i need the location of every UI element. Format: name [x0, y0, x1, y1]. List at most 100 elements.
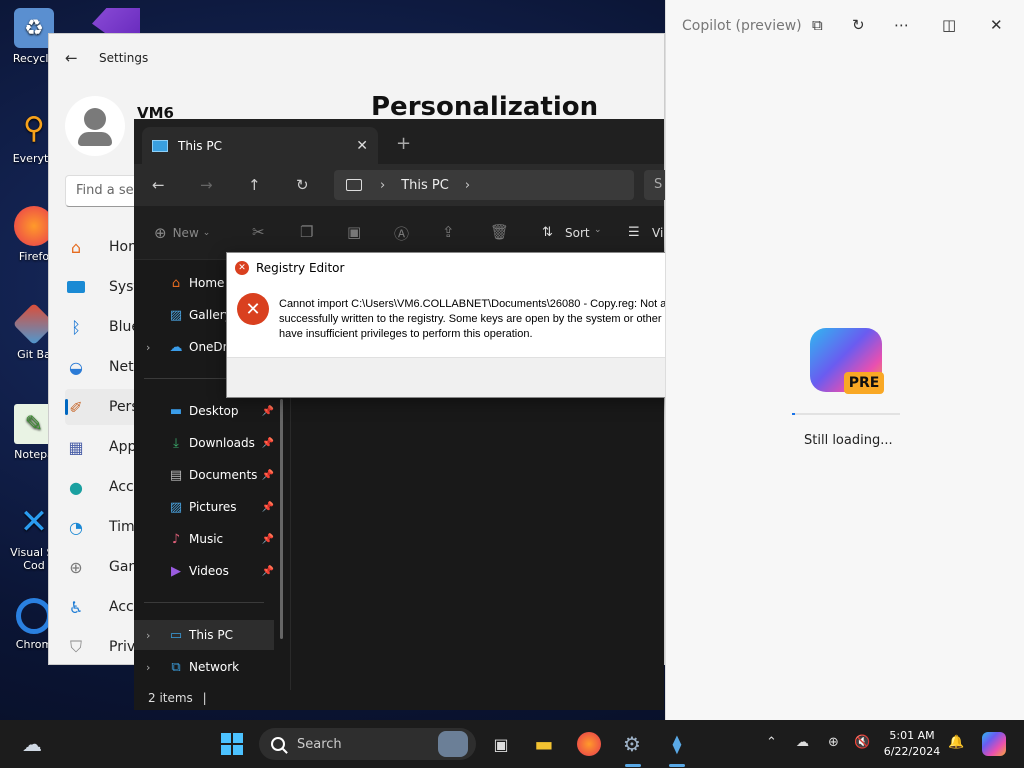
pin-icon[interactable]: 📌 [262, 534, 274, 545]
pin-icon[interactable]: 📌 [262, 502, 274, 513]
copilot-icon[interactable] [982, 732, 1006, 756]
share-icon[interactable]: ⇪ [442, 223, 455, 241]
task-view-icon[interactable]: ▣ [489, 732, 513, 756]
more-options-icon[interactable]: ⋯ [894, 16, 909, 34]
status-item-count: 2 items [148, 691, 193, 705]
cut-icon[interactable]: ✂ [252, 223, 265, 241]
computer-icon: ▭ [169, 627, 183, 643]
paste-icon[interactable]: ▣ [347, 223, 361, 241]
clock-date: 6/22/2024 [883, 745, 941, 758]
plus-circle-icon: ⊕ [154, 223, 167, 242]
pin-icon[interactable]: 📌 [262, 406, 274, 417]
up-icon[interactable]: ↑ [244, 176, 292, 194]
firefox-icon[interactable] [577, 732, 601, 756]
sidebar-divider [144, 602, 264, 603]
sidebar-label: OneDri [189, 340, 231, 354]
weather-icon[interactable]: ☁ [20, 732, 44, 756]
notification-bell-icon[interactable]: 🔔 [948, 735, 964, 750]
pin-icon[interactable]: 📌 [262, 470, 274, 481]
chevron-down-icon: ⌄ [202, 227, 211, 238]
search-icon [271, 737, 285, 751]
new-button[interactable]: New [173, 226, 199, 240]
home-icon: ⌂ [70, 237, 82, 257]
sidebar-item-music[interactable]: ♪ Music 📌 [134, 524, 274, 554]
loading-progress-bar [792, 413, 900, 415]
error-icon: ✕ [237, 293, 269, 325]
taskbar-search-input[interactable]: Search [259, 728, 476, 760]
language-icon[interactable]: ⊕ [828, 735, 839, 750]
status-bar: 2 items | [148, 691, 207, 705]
shield-icon: ⛉ [69, 637, 82, 656]
document-icon: ▤ [169, 467, 183, 483]
address-text: This PC [401, 177, 449, 193]
home-icon: ⌂ [171, 275, 181, 291]
accessibility-icon: ♿ [68, 597, 84, 617]
rename-icon[interactable]: Ⓐ [394, 223, 409, 244]
refresh-icon[interactable]: ↻ [852, 16, 865, 34]
copy-icon[interactable]: ❐ [300, 223, 313, 241]
settings-gear-icon[interactable]: ⚙ [620, 732, 644, 756]
error-icon: ✕ [235, 261, 249, 275]
computer-icon [152, 139, 168, 152]
wifi-icon: ◒ [69, 357, 83, 377]
avatar [65, 96, 125, 156]
forward-icon[interactable]: → [196, 176, 244, 194]
sidebar-label: This PC [189, 628, 233, 642]
registry-editor-icon[interactable]: ⧫ [665, 732, 689, 756]
back-arrow-icon[interactable]: ← [65, 49, 85, 67]
delete-icon[interactable]: 🗑 [490, 223, 509, 241]
pin-icon[interactable]: 📌 [262, 566, 274, 577]
cloud-icon: ☁ [169, 339, 183, 355]
chrome-icon [16, 598, 52, 634]
new-tab-icon[interactable]: + [396, 133, 411, 154]
sort-icon: ⇅ [542, 225, 553, 240]
download-icon: ⤓ [173, 435, 179, 451]
brush-icon: ✐ [69, 397, 83, 417]
view-icon: ☰ [628, 225, 640, 240]
sidebar-item-pictures[interactable]: ▨ Pictures 📌 [134, 492, 274, 522]
sidebar-item-documents[interactable]: ▤ Documents 📌 [134, 460, 274, 490]
chevron-up-icon[interactable]: ⌃ [766, 735, 777, 750]
volume-muted-icon[interactable]: 🔇 [854, 735, 870, 750]
refresh-icon[interactable]: ↻ [292, 176, 340, 194]
account-icon: ● [69, 477, 83, 497]
sidebar-scrollbar[interactable] [280, 399, 283, 639]
pin-icon[interactable]: 📌 [262, 438, 274, 449]
close-tab-icon[interactable]: ✕ [356, 138, 368, 154]
explorer-address-bar: ← → ↑ ↻ › This PC › S [134, 164, 684, 206]
sidebar-item-videos[interactable]: ▶ Videos 📌 [134, 556, 274, 586]
address-input[interactable]: › This PC › [334, 170, 634, 200]
page-title: Personalization [371, 92, 599, 122]
visual-studio-icon[interactable] [92, 8, 140, 34]
back-icon[interactable]: ← [148, 176, 196, 194]
gamepad-icon: ⊕ [69, 557, 83, 577]
network-offline-icon[interactable]: ☁ [796, 735, 809, 750]
start-button[interactable] [220, 732, 244, 756]
user-profile[interactable] [65, 96, 125, 156]
chevron-right-icon[interactable]: › [465, 178, 470, 193]
tab-title: This PC [178, 138, 222, 153]
open-external-icon[interactable]: ⧉ [812, 16, 823, 34]
sort-button[interactable]: Sort [565, 226, 590, 240]
bluetooth-icon: ᛒ [71, 317, 81, 337]
sidebar-label: Home [189, 276, 225, 290]
sidebar-item-this-pc[interactable]: › ▭ This PC [134, 620, 274, 650]
sidebar-label: Music [189, 532, 224, 546]
sidebar-item-desktop[interactable]: ▬ Desktop 📌 [134, 396, 274, 426]
chevron-right-icon[interactable]: › [146, 661, 150, 674]
sidebar-label: Documents [189, 468, 258, 482]
desktop-folder-icon: ▬ [169, 403, 183, 419]
sidebar-item-network[interactable]: › ⧉ Network [134, 652, 274, 682]
chevron-right-icon[interactable]: › [146, 629, 150, 642]
sidebar-item-downloads[interactable]: ⤓ Downloads 📌 [134, 428, 274, 458]
tab-this-pc[interactable]: This PC ✕ [142, 127, 378, 164]
sidebar-label: Network [189, 660, 240, 674]
file-explorer-icon[interactable]: ▬ [532, 732, 556, 756]
chevron-right-icon[interactable]: › [146, 341, 150, 354]
view-button[interactable]: Vi [652, 226, 663, 240]
close-icon[interactable]: ✕ [990, 16, 1003, 34]
settings-titlebar: ← Settings [49, 34, 664, 82]
dock-panel-icon[interactable]: ◫ [942, 16, 956, 34]
system-clock[interactable]: 5:01 AM 6/22/2024 [880, 728, 944, 760]
sidebar-label: Videos [189, 564, 229, 578]
